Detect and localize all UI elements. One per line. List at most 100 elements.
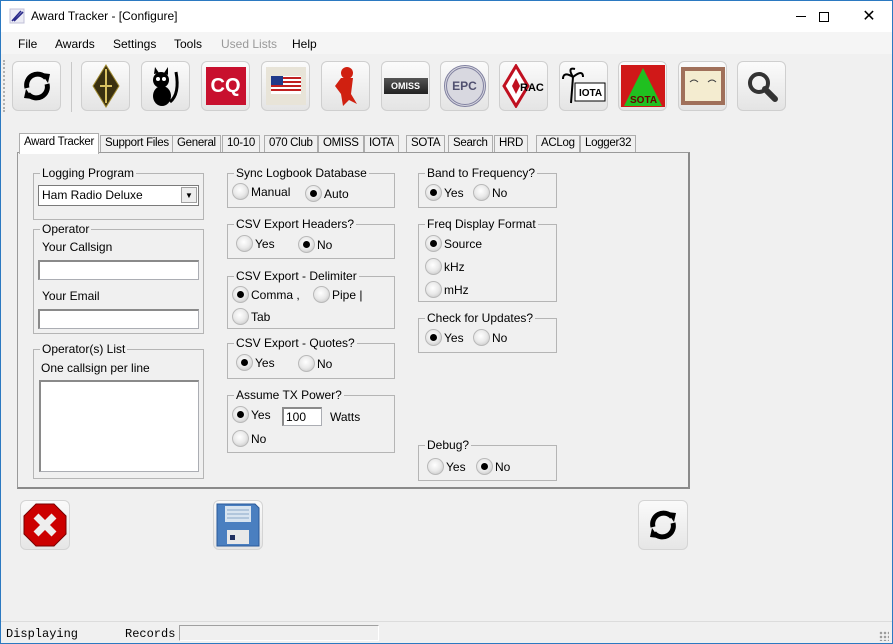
menu-settings[interactable]: Settings: [113, 37, 156, 51]
logging-program-select[interactable]: Ham Radio Deluxe ▼: [38, 185, 199, 206]
band-freq-yes-radio[interactable]: Yes: [425, 184, 464, 201]
tab-support-files[interactable]: Support Files: [100, 135, 174, 153]
csv-headers-no-radio[interactable]: No: [298, 236, 332, 253]
tab-general[interactable]: General: [172, 135, 221, 153]
omiss-logo-icon: OMISS: [383, 78, 428, 94]
maximize-button[interactable]: [801, 1, 847, 32]
tab-sota[interactable]: SOTA: [406, 135, 446, 153]
csv-quotes-yes-label: Yes: [255, 355, 275, 370]
tab-aclog[interactable]: ACLog: [536, 135, 580, 153]
delimiter-pipe-label: Pipe |: [332, 287, 363, 302]
radio-unchecked-icon: [427, 458, 444, 475]
tab-10-10[interactable]: 10-10: [222, 135, 260, 153]
us-flag-county-award-icon: [265, 67, 306, 105]
updates-no-radio[interactable]: No: [473, 329, 507, 346]
operators-list-textarea[interactable]: [39, 380, 199, 472]
radio-unchecked-icon: [313, 286, 330, 303]
rac-logo-icon: RAC: [501, 64, 544, 108]
tab-070-club[interactable]: 070 Club: [264, 135, 318, 153]
toolbar-iota-button[interactable]: IOTA: [559, 61, 608, 111]
menu-file[interactable]: File: [18, 37, 37, 51]
tx-power-input[interactable]: 100: [282, 407, 322, 426]
status-records-value: [179, 625, 379, 641]
toolbar-arrl-button[interactable]: [81, 61, 130, 111]
logging-program-title: Logging Program: [40, 166, 137, 180]
band-freq-no-radio[interactable]: No: [473, 184, 507, 201]
operators-list-group: Operator(s) List One callsign per line: [33, 342, 204, 479]
debug-no-radio[interactable]: No: [476, 458, 510, 475]
tx-power-yes-radio[interactable]: Yes: [232, 406, 271, 423]
reload-button[interactable]: [638, 500, 688, 550]
toolbar-rac-button[interactable]: RAC: [499, 61, 548, 111]
rac-text: RAC: [520, 82, 544, 94]
radio-unchecked-icon: [425, 258, 442, 275]
csv-headers-yes-radio[interactable]: Yes: [236, 235, 275, 252]
menu-awards[interactable]: Awards: [55, 37, 95, 51]
radio-checked-icon: [476, 458, 493, 475]
toolbar-black-cat-button[interactable]: [141, 61, 190, 111]
callsign-input[interactable]: [38, 260, 199, 280]
radio-checked-icon: [305, 185, 322, 202]
menu-tools[interactable]: Tools: [174, 37, 202, 51]
delimiter-tab-radio[interactable]: Tab: [232, 308, 270, 325]
delimiter-comma-radio[interactable]: Comma ,: [232, 286, 300, 303]
window-title: Award Tracker - [Configure]: [31, 9, 178, 23]
freq-format-title: Freq Display Format: [425, 217, 538, 231]
radio-unchecked-icon: [232, 183, 249, 200]
tab-award-tracker[interactable]: Award Tracker: [19, 133, 100, 154]
toolbar: CQ OMISS EPC RAC IOTA SOTA: [1, 56, 892, 116]
delimiter-pipe-radio[interactable]: Pipe |: [313, 286, 362, 303]
radio-unchecked-icon: [232, 430, 249, 447]
resize-grip-icon[interactable]: [879, 631, 889, 641]
freq-khz-label: kHz: [444, 259, 465, 274]
app-window: Award Tracker - [Configure] ✕ File Award…: [0, 0, 893, 644]
menu-help[interactable]: Help: [292, 37, 317, 51]
certificate-icon: [680, 67, 725, 105]
toolbar-cq-button[interactable]: CQ: [201, 61, 250, 111]
save-button[interactable]: [213, 500, 263, 550]
freq-mhz-radio[interactable]: mHz: [425, 281, 469, 298]
tab-search[interactable]: Search: [448, 135, 493, 153]
tx-power-no-radio[interactable]: No: [232, 430, 266, 447]
toolbar-refresh-button[interactable]: [12, 61, 61, 111]
tab-hrd[interactable]: HRD: [494, 135, 529, 153]
cancel-icon: [23, 503, 67, 547]
email-input[interactable]: [38, 309, 199, 329]
csv-quotes-yes-radio[interactable]: Yes: [236, 354, 275, 371]
radio-unchecked-icon: [298, 355, 315, 372]
logging-program-group: Logging Program Ham Radio Deluxe ▼: [33, 166, 204, 220]
callsign-label: Your Callsign: [42, 240, 113, 254]
black-cat-logo-icon: [152, 67, 179, 106]
chevron-down-icon[interactable]: ▼: [181, 187, 197, 203]
tab-omiss[interactable]: OMISS: [318, 135, 364, 153]
toolbar-omiss-button[interactable]: OMISS: [381, 61, 430, 111]
cancel-button[interactable]: [20, 500, 70, 550]
toolbar-certificate-button[interactable]: [678, 61, 727, 111]
toolbar-sota-button[interactable]: SOTA: [618, 61, 667, 111]
csv-quotes-no-radio[interactable]: No: [298, 355, 332, 372]
freq-source-radio[interactable]: Source: [425, 235, 482, 252]
updates-yes-radio[interactable]: Yes: [425, 329, 464, 346]
operator-group: Operator Your Callsign Your Email: [33, 222, 204, 334]
sync-manual-radio[interactable]: Manual: [232, 183, 290, 200]
close-button[interactable]: ✕: [846, 1, 892, 32]
red-mascot-logo-icon: [334, 67, 357, 106]
tx-power-group: Assume TX Power? Yes 100 Watts No: [227, 388, 395, 453]
toolbar-county-awards-button[interactable]: [261, 61, 310, 111]
sync-auto-radio[interactable]: Auto: [305, 185, 349, 202]
award-tracker-panel: Logging Program Ham Radio Deluxe ▼ Opera…: [17, 152, 690, 489]
toolbar-red-mascot-button[interactable]: [321, 61, 370, 111]
search-icon: [747, 72, 778, 102]
freq-khz-radio[interactable]: kHz: [425, 258, 465, 275]
tab-iota[interactable]: IOTA: [364, 135, 399, 153]
radio-unchecked-icon: [425, 281, 442, 298]
freq-format-group: Freq Display Format Source kHz mHz: [418, 217, 557, 302]
toolbar-search-button[interactable]: [737, 61, 786, 111]
tab-logger32[interactable]: Logger32: [580, 135, 637, 153]
toolbar-epc-button[interactable]: EPC: [440, 61, 489, 111]
toolbar-grip[interactable]: [3, 60, 5, 112]
refresh-icon: [23, 71, 50, 101]
status-displaying: Displaying: [6, 627, 79, 641]
debug-yes-radio[interactable]: Yes: [427, 458, 466, 475]
radio-unchecked-icon: [232, 308, 249, 325]
